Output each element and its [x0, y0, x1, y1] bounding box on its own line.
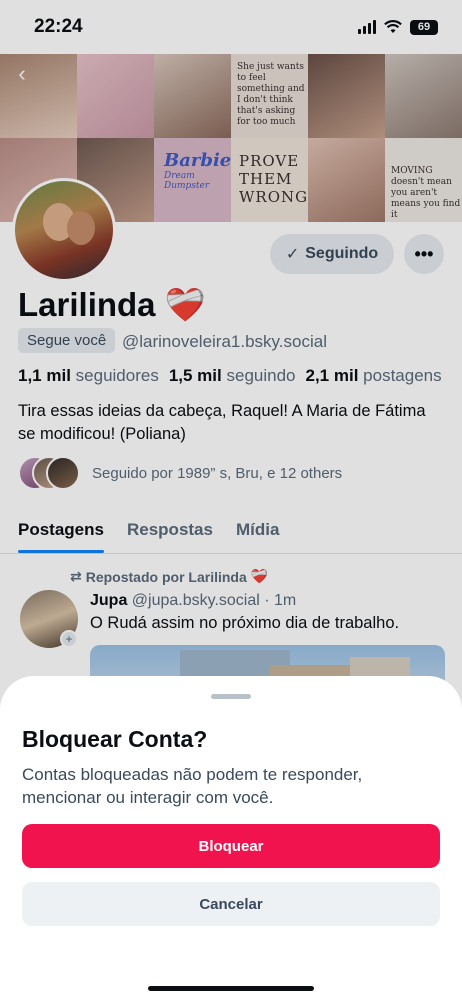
sheet-description: Contas bloqueadas não podem te responder…	[22, 765, 363, 807]
sheet-title: Bloquear Conta?	[22, 726, 208, 752]
block-account-sheet: Bloquear Conta? Contas bloqueadas não po…	[0, 676, 462, 1000]
cancel-button[interactable]: Cancelar	[22, 882, 440, 926]
sheet-grabber-handle[interactable]	[211, 694, 251, 699]
block-button[interactable]: Bloquear	[22, 824, 440, 868]
home-indicator	[148, 986, 314, 991]
